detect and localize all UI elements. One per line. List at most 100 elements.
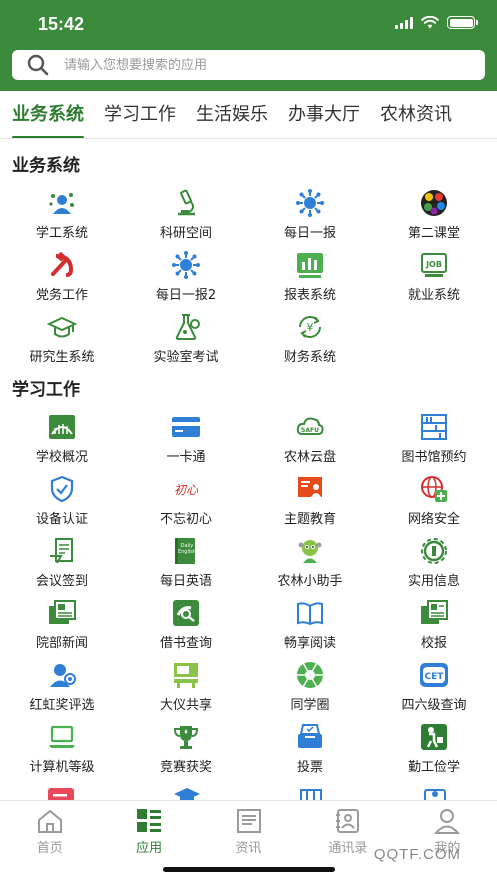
app-tile[interactable]: 实用信息 — [372, 530, 496, 592]
app-tile[interactable]: 科研空间 — [124, 182, 248, 244]
app-label: 科研空间 — [159, 226, 212, 241]
app-label: 报表系统 — [283, 288, 336, 303]
aperture-icon — [295, 660, 325, 690]
app-tile[interactable]: 主题教育 — [248, 468, 372, 530]
tab-4[interactable]: 办事大厅 — [278, 91, 370, 138]
contacts-icon — [333, 807, 363, 835]
bottom-tab-1[interactable]: 首页 — [0, 801, 99, 883]
cloud-disk-icon: SAFU — [295, 412, 325, 442]
svg-text:English: English — [178, 549, 196, 555]
app-tile[interactable]: 借书查询 — [124, 592, 248, 654]
status-icons — [395, 16, 478, 29]
app-tile[interactable]: 勤工俭学 — [372, 716, 496, 778]
open-book-icon — [295, 598, 325, 628]
app-label: 会议签到 — [35, 574, 88, 589]
svg-text:¥: ¥ — [307, 321, 314, 334]
app-tile[interactable]: ¥ 财务系统 — [248, 306, 372, 368]
app-label: 竞赛获奖 — [159, 760, 212, 775]
app-tile[interactable]: 大仪共享 — [124, 654, 248, 716]
app-tile[interactable]: 投票 — [248, 716, 372, 778]
bottom-tab-label: 首页 — [36, 841, 63, 856]
wifi-icon — [421, 16, 439, 29]
calligraphy-icon: 初心 — [171, 474, 201, 504]
app-label: 农林小助手 — [277, 574, 343, 589]
app-tile[interactable]: 农林小助手 — [248, 530, 372, 592]
virus-icon — [171, 250, 201, 280]
app-tile[interactable]: 图书馆预约 — [372, 406, 496, 468]
news-doc-icon — [234, 807, 264, 835]
app-tile[interactable]: 学工系统 — [0, 182, 124, 244]
app-label: 学校概况 — [35, 450, 88, 465]
app-tile[interactable]: SAFU 农林云盘 — [248, 406, 372, 468]
partial-app-icon-3 — [297, 784, 327, 800]
app-tile[interactable]: 初心 不忘初心 — [124, 468, 248, 530]
app-tile[interactable]: 学校概况 — [0, 406, 124, 468]
home-indicator[interactable] — [163, 867, 335, 872]
app-label: 主题教育 — [283, 512, 336, 527]
flask-icon — [171, 312, 201, 342]
tab-1[interactable]: 业务系统 — [0, 91, 94, 138]
laptop-icon — [47, 722, 77, 752]
app-label: 每日一报 — [283, 226, 336, 241]
app-tile[interactable]: 同学圈 — [248, 654, 372, 716]
app-tile[interactable]: 实验室考试 — [124, 306, 248, 368]
home-icon — [35, 807, 65, 835]
card-icon — [171, 412, 201, 442]
app-tile[interactable]: 网络安全 — [372, 468, 496, 530]
app-tile[interactable]: 竞赛获奖 — [124, 716, 248, 778]
app-label: 校报 — [420, 636, 447, 651]
assistant-mascot-icon — [295, 536, 325, 566]
svg-text:CET: CET — [425, 672, 445, 682]
cellular-signal-icon — [395, 16, 413, 29]
app-label: 每日英语 — [159, 574, 212, 589]
app-tile[interactable]: Daily English 每日英语 — [124, 530, 248, 592]
app-label: 计算机等级 — [29, 760, 95, 775]
virus-icon — [295, 188, 325, 218]
app-tile[interactable]: 畅享阅读 — [248, 592, 372, 654]
app-label: 财务系统 — [283, 350, 336, 365]
app-tile[interactable]: 报表系统 — [248, 244, 372, 306]
profile-icon — [432, 807, 462, 835]
tab-3[interactable]: 生活娱乐 — [186, 91, 278, 138]
bottom-tab-5[interactable]: 我的 — [398, 801, 497, 883]
category-tabs: 业务系统 学习工作 生活娱乐 办事大厅 农林资讯 — [0, 91, 497, 139]
app-tile[interactable]: 每日一报 — [248, 182, 372, 244]
svg-text:SAFU: SAFU — [301, 427, 319, 434]
tab-2[interactable]: 学习工作 — [94, 91, 186, 138]
app-label: 借书查询 — [159, 636, 212, 651]
app-tile[interactable]: 红虹奖评选 — [0, 654, 124, 716]
job-icon: JOB — [419, 250, 449, 280]
app-tile[interactable]: 第二课堂 — [372, 182, 496, 244]
app-label: 设备认证 — [35, 512, 88, 527]
app-tile[interactable]: CET 四六级查询 — [372, 654, 496, 716]
cet-icon: CET — [419, 660, 449, 690]
news-icon — [47, 598, 77, 628]
study-apps-grid: 学校概况 一卡通 SAFU 农林云盘 图书馆预约 设备认证 初心 不忘初心 主题教育 网络安全 会议… — [0, 406, 497, 778]
app-tile[interactable]: 每日一报2 — [124, 244, 248, 306]
app-tile[interactable]: 党务工作 — [0, 244, 124, 306]
app-label: 大仪共享 — [159, 698, 212, 713]
search-bar[interactable] — [12, 50, 485, 80]
bottom-tab-label: 应用 — [136, 841, 163, 856]
user-award-icon — [47, 660, 77, 690]
english-book-icon: Daily English — [171, 536, 201, 566]
app-label: 同学圈 — [290, 698, 330, 713]
app-label: 院部新闻 — [35, 636, 88, 651]
report-chart-icon — [295, 250, 325, 280]
tab-5[interactable]: 农林资讯 — [370, 91, 462, 138]
app-label: 不忘初心 — [159, 512, 212, 527]
app-tile[interactable]: 计算机等级 — [0, 716, 124, 778]
app-label: 农林云盘 — [283, 450, 336, 465]
app-tile[interactable]: 校报 — [372, 592, 496, 654]
app-tile[interactable]: 研究生系统 — [0, 306, 124, 368]
app-tile[interactable]: JOB 就业系统 — [372, 244, 496, 306]
search-input[interactable] — [64, 57, 444, 73]
partial-app-icon-1 — [46, 784, 78, 800]
app-tile[interactable]: 设备认证 — [0, 468, 124, 530]
globe-plus-icon — [419, 474, 449, 504]
app-tile[interactable]: 会议签到 — [0, 530, 124, 592]
shield-check-icon — [47, 474, 77, 504]
app-tile[interactable]: 院部新闻 — [0, 592, 124, 654]
app-tile[interactable]: 一卡通 — [124, 406, 248, 468]
trophy-icon — [171, 722, 201, 752]
